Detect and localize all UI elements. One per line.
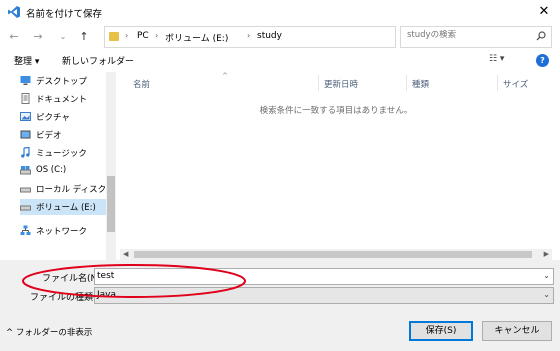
navigation-pane: デスクトップ ドキュメント ピクチャ ビデオ ミュージック OS (C:) ロー… xyxy=(0,72,118,260)
documents-icon xyxy=(21,93,30,104)
nav-item-drive-c[interactable]: OS (C:) xyxy=(20,163,114,179)
address-row: ← → ⌄ ↑ › PC › ボリューム (E:) › study ⌄ ↻ xyxy=(0,26,560,48)
close-button[interactable]: ✕ xyxy=(534,3,554,21)
search-box[interactable] xyxy=(400,26,552,48)
pictures-icon xyxy=(20,112,31,121)
column-header-type[interactable]: 種類 xyxy=(412,78,429,90)
videos-icon xyxy=(20,130,31,139)
scroll-left-icon[interactable]: ◀ xyxy=(123,249,128,260)
nav-item-music[interactable]: ミュージック xyxy=(20,145,114,161)
nav-item-drive-d[interactable]: ローカル ディスク (D xyxy=(20,181,114,197)
folder-icon xyxy=(109,32,119,41)
new-folder-button[interactable]: 新しいフォルダー xyxy=(62,54,134,67)
nav-item-drive-e[interactable]: ボリューム (E:) xyxy=(20,199,114,215)
column-header-size[interactable]: サイズ xyxy=(503,78,528,90)
save-button[interactable]: 保存(S) xyxy=(409,321,473,341)
address-bar[interactable]: › PC › ボリューム (E:) › study xyxy=(104,26,396,48)
view-options-icon[interactable]: ☷ ▾ xyxy=(489,54,504,64)
nav-item-videos[interactable]: ビデオ xyxy=(20,127,114,143)
recent-locations-button[interactable]: ⌄ xyxy=(55,28,71,46)
organize-button[interactable]: 整理 ▾ xyxy=(14,54,39,67)
help-icon[interactable]: ? xyxy=(536,54,549,67)
cancel-button[interactable]: キャンセル xyxy=(482,321,552,341)
search-icon xyxy=(536,31,546,41)
back-button[interactable]: ← xyxy=(6,28,22,46)
breadcrumb-pc[interactable]: PC xyxy=(137,31,149,41)
title-bar: 名前を付けて保存 ✕ xyxy=(0,0,560,24)
column-header-date-modified[interactable]: 更新日時 xyxy=(324,78,358,90)
file-list-scrollbar[interactable]: ◀ ▶ xyxy=(120,249,552,260)
sort-arrow-icon: ^ xyxy=(222,72,228,80)
drive-icon xyxy=(20,187,31,193)
filename-dropdown-icon[interactable]: ⌄ xyxy=(543,271,550,280)
nav-pane-scrollbar[interactable] xyxy=(106,72,116,260)
filetype-dropdown-icon[interactable]: ⌄ xyxy=(543,290,550,299)
drive-icon xyxy=(20,205,31,211)
file-list-scroll-thumb[interactable] xyxy=(134,251,532,258)
nav-pane-scroll-thumb[interactable] xyxy=(107,176,115,232)
breadcrumb-volume-e[interactable]: ボリューム (E:) xyxy=(165,31,228,44)
desktop-icon xyxy=(20,76,31,85)
annotation-ellipse xyxy=(22,264,246,298)
file-list: ^ 名前 更新日時 種類 サイズ 検索条件に一致する項目はありません。 xyxy=(120,72,552,247)
network-icon xyxy=(20,225,31,235)
vscode-icon xyxy=(8,6,20,18)
nav-item-pictures[interactable]: ピクチャ xyxy=(20,109,114,125)
nav-item-documents[interactable]: ドキュメント xyxy=(20,91,114,107)
column-header-name[interactable]: 名前 xyxy=(133,78,150,90)
window-title: 名前を付けて保存 xyxy=(26,9,103,20)
music-icon xyxy=(21,147,30,158)
hide-folders-toggle[interactable]: ^ フォルダーの非表示 xyxy=(6,326,92,338)
up-button[interactable]: ↑ xyxy=(76,28,92,46)
forward-button[interactable]: → xyxy=(30,28,46,46)
search-input[interactable] xyxy=(407,30,527,40)
nav-item-desktop[interactable]: デスクトップ xyxy=(20,73,114,89)
chevron-up-icon: ^ xyxy=(6,328,14,338)
breadcrumb-study[interactable]: study xyxy=(257,31,282,41)
command-bar: 整理 ▾ 新しいフォルダー ☷ ▾ ? xyxy=(0,50,560,72)
scroll-right-icon[interactable]: ▶ xyxy=(544,249,549,260)
empty-message: 検索条件に一致する項目はありません。 xyxy=(259,106,413,116)
drive-icon xyxy=(20,166,31,175)
nav-item-network[interactable]: ネットワーク xyxy=(20,223,114,239)
